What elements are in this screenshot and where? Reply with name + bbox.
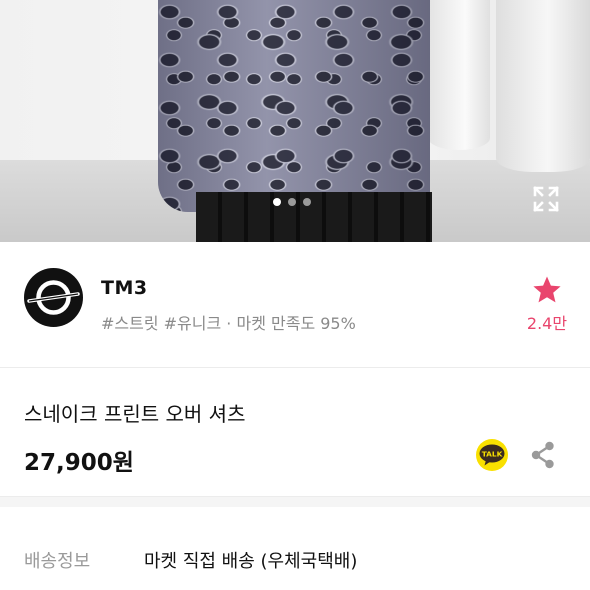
product-price: 27,900원 [24,450,134,476]
seller-name[interactable]: TM3 [101,277,148,299]
shipping-label: 배송정보 [24,551,91,572]
photo-prop [428,0,490,150]
carousel-dot[interactable] [303,198,311,206]
product-photo-shade [158,0,430,212]
photo-prop [496,0,590,172]
seller-logo[interactable] [24,268,83,327]
shipping-info: 배송정보 마켓 직접 배송 (우체국택배) [0,507,590,590]
expand-icon[interactable] [531,184,561,214]
carousel-indicator [273,198,311,206]
carousel-dot[interactable] [288,198,296,206]
product-image-carousel[interactable] [0,0,590,242]
carousel-dot[interactable] [273,198,281,206]
product-summary: 스네이크 프린트 오버 셔츠 27,900원 TALK [0,368,590,497]
seller-tags: #스트릿 #유니크 · 마켓 만족도 95% [101,314,356,333]
favorite-count: 2.4만 [526,314,568,333]
shipping-value: 마켓 직접 배송 (우체국택배) [144,551,358,572]
seller-info[interactable]: TM3 #스트릿 #유니크 · 마켓 만족도 95% 2.4만 [0,242,590,368]
section-divider [0,497,590,507]
product-title: 스네이크 프린트 오버 셔츠 [24,402,246,426]
share-icon[interactable] [528,440,558,470]
favorite-button[interactable]: 2.4만 [520,275,574,334]
star-icon [533,276,561,303]
talk-label: TALK [482,449,503,458]
talk-icon[interactable]: TALK [476,439,508,471]
product-photo-pants [196,192,432,242]
